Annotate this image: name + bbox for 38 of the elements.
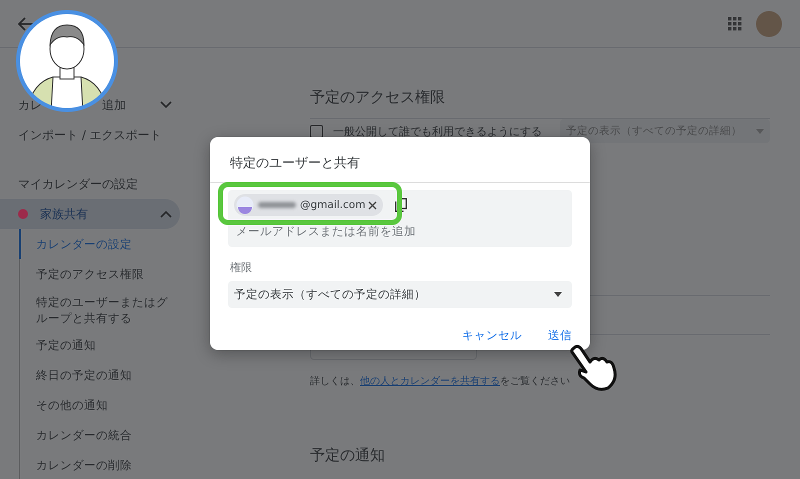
help-text: 詳しくは、他の人とカレンダーを共有するをご覧ください <box>310 374 571 388</box>
dialog-button[interactable]: キャンセル <box>458 326 526 345</box>
dialog-title: 特定のユーザーと共有 <box>210 137 590 183</box>
recipient-input-field[interactable]: @gmail.com メールアドレスまたは名前を追加 <box>228 190 572 247</box>
sidebar-subitem[interactable]: 予定のアクセス権限 <box>19 259 179 289</box>
email-text: @gmail.com <box>300 199 366 211</box>
sidebar-item-label[interactable]: 追加 <box>102 96 126 114</box>
sidebar-item[interactable]: インポート / エクスポート <box>0 120 180 150</box>
checkbox-label: 一般公開して誰でも利用できるようにする <box>333 124 542 138</box>
calendar-item[interactable]: 家族共有 <box>0 199 180 229</box>
close-icon[interactable] <box>368 200 378 210</box>
sidebar-subitem[interactable]: 終日の予定の通知 <box>19 360 179 390</box>
section-title: 予定の通知 <box>310 446 386 466</box>
back-arrow-icon[interactable] <box>18 16 34 30</box>
sidebar-subitem[interactable]: 特定のユーザーまたはグループと共有する <box>19 289 179 330</box>
dropdown-arrow-icon <box>554 292 562 297</box>
section-title: 予定のアクセス権限 <box>310 88 446 108</box>
recipient-chip[interactable]: @gmail.com <box>234 194 384 216</box>
apps-grid-icon[interactable] <box>728 16 742 30</box>
blurred-text <box>257 201 297 209</box>
sidebar-subitem[interactable]: 予定の通知 <box>19 330 179 360</box>
chevron-icon[interactable] <box>160 101 172 109</box>
calendar-name: 家族共有 <box>40 206 88 222</box>
add-recipient-input[interactable]: メールアドレスまたは名前を追加 <box>236 224 566 238</box>
permission-dropdown[interactable]: 予定の表示（すべての予定の詳細） <box>228 281 572 308</box>
sidebar-subitem[interactable]: その他の通知 <box>19 390 179 420</box>
contact-avatar-icon <box>236 196 254 214</box>
sidebar-item-label[interactable]: カレ <box>18 96 42 114</box>
dialog-button[interactable]: 送信 <box>544 326 576 345</box>
dropdown-arrow-icon <box>756 128 764 134</box>
help-link[interactable]: 他の人とカレンダーを共有する <box>360 376 500 387</box>
sidebar-subitem[interactable]: カレンダーの設定 <box>19 229 179 259</box>
permission-label: 権限 <box>230 260 253 275</box>
sidebar-subitem[interactable]: カレンダーの削除 <box>19 450 179 479</box>
chevron-icon[interactable] <box>160 210 172 218</box>
sidebar-subitem[interactable]: カレンダーの統合 <box>19 420 179 450</box>
copy-icon[interactable] <box>395 198 408 212</box>
sidebar-section-title: マイカレンダーの設定 <box>17 176 139 192</box>
